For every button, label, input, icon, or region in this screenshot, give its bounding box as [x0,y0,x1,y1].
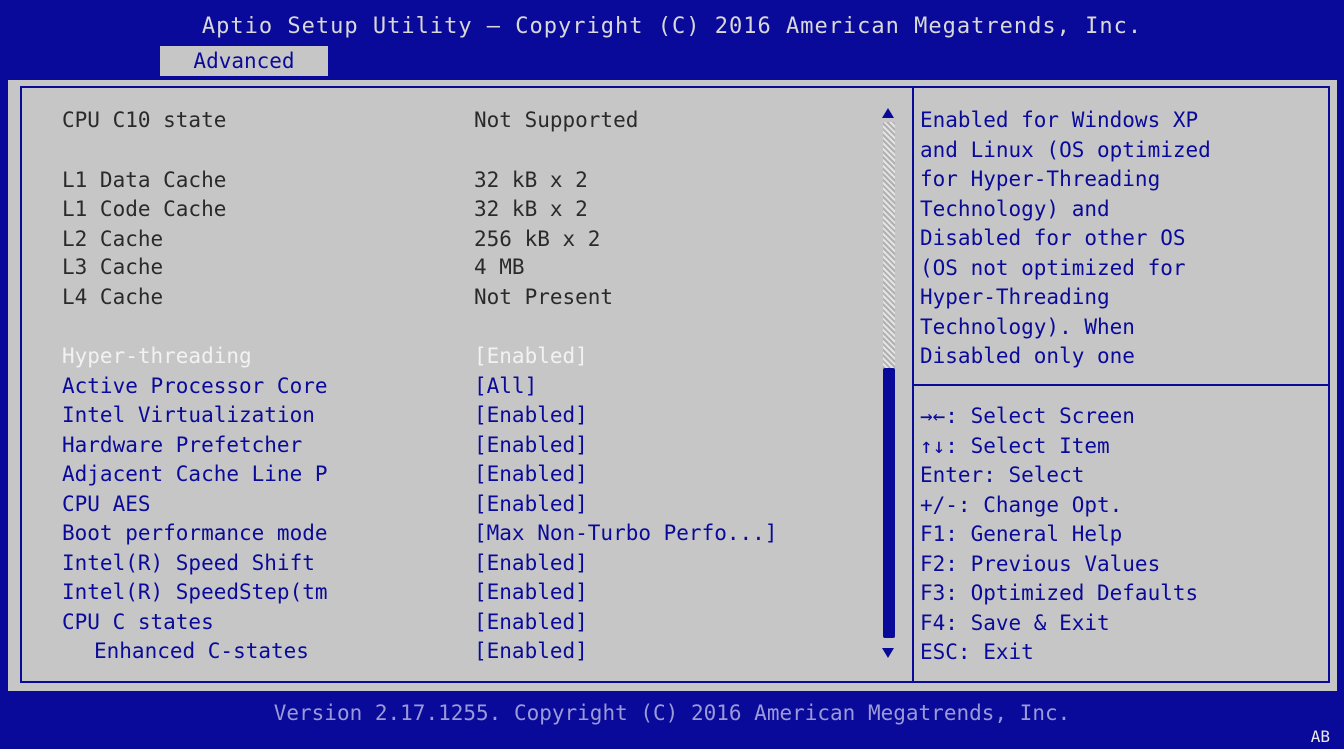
key-enter-select: Enter: Select [920,463,1085,487]
setting-hardware-prefetcher-value[interactable]: [Enabled] [474,431,588,460]
help-panel: Enabled for Windows XP and Linux (OS opt… [920,106,1320,372]
setting-speedstep[interactable]: Intel(R) SpeedStep(tm [62,578,328,607]
main-panel: CPU C10 state Not Supported L1 Data Cach… [8,80,1337,691]
scroll-up-arrow-icon[interactable] [882,108,894,118]
key-select-screen: →←: Select Screen [920,404,1135,428]
info-value-l4: Not Present [474,285,614,309]
key-save-exit: F4: Save & Exit [920,610,1110,635]
help-line: Hyper-Threading [920,285,1110,309]
key-optimized-defaults: F3: Optimized Defaults [920,581,1199,605]
corner-label: AB [1310,727,1330,746]
scroll-down-arrow-icon[interactable] [882,648,894,658]
version-text: Version 2.17.1255. Copyright (C) 2016 Am… [273,701,1071,725]
help-line: (OS not optimized for [920,255,1186,280]
setting-enhanced-c-states[interactable]: Enhanced C-states [94,637,309,666]
setting-hyper-threading-value[interactable]: [Enabled] [474,342,588,371]
setting-active-processor-core-value[interactable]: [All] [474,372,537,401]
setting-speedstep-value[interactable]: [Enabled] [474,578,588,607]
key-previous-values: F2: Previous Values [920,551,1161,576]
setting-cpu-aes[interactable]: CPU AES [62,490,151,519]
setting-hardware-prefetcher[interactable]: Hardware Prefetcher [62,431,302,460]
setting-speed-shift-value[interactable]: [Enabled] [474,549,588,578]
setting-adjacent-cache-line[interactable]: Adjacent Cache Line P [62,460,328,489]
setting-active-processor-core[interactable]: Active Processor Core [62,372,328,401]
setting-boot-performance-mode-value[interactable]: [Max Non-Turbo Perfo...] [474,519,777,548]
setting-speed-shift[interactable]: Intel(R) Speed Shift [62,549,315,578]
help-line: Enabled for Windows XP [920,108,1199,132]
key-change-opt: +/-: Change Opt. [920,492,1123,517]
scrollbar-track[interactable] [883,122,895,368]
help-line: Disabled only one [920,344,1135,368]
help-line: and Linux (OS optimized [920,137,1211,162]
app-title: Aptio Setup Utility – Copyright (C) 2016… [201,14,1143,39]
help-line: for Hyper-Threading [920,167,1161,191]
setting-boot-performance-mode[interactable]: Boot performance mode [62,519,328,548]
info-label-l2: L2 Cache [62,227,164,251]
info-label-c10: CPU C10 state [62,108,227,132]
key-select-item: ↑↓: Select Item [920,433,1110,458]
key-legend: →←: Select Screen ↑↓: Select Item Enter:… [920,402,1330,668]
footer-bar: Version 2.17.1255. Copyright (C) 2016 Am… [0,691,1344,749]
help-line: Technology) and [920,196,1110,221]
info-value-l3: 4 MB [474,255,525,279]
setting-cpu-c-states-value[interactable]: [Enabled] [474,608,588,637]
header-bar: Aptio Setup Utility – Copyright (C) 2016… [0,0,1344,80]
setting-adjacent-cache-line-value[interactable]: [Enabled] [474,460,588,489]
info-label-l3: L3 Cache [62,255,164,279]
setting-cpu-aes-value[interactable]: [Enabled] [474,490,588,519]
setting-intel-virtualization[interactable]: Intel Virtualization [62,401,315,430]
info-label-l1-code: L1 Code Cache [62,197,227,221]
setting-intel-virtualization-value[interactable]: [Enabled] [474,401,588,430]
info-value-l1-code: 32 kB x 2 [474,197,588,221]
key-esc-exit: ESC: Exit [920,640,1034,664]
info-label-l1-data: L1 Data Cache [62,168,227,192]
info-value-l2: 256 kB x 2 [474,227,601,251]
content-frame: CPU C10 state Not Supported L1 Data Cach… [20,86,1330,683]
help-line: Technology). When [920,314,1135,339]
info-label-l4: L4 Cache [62,285,164,309]
setting-cpu-c-states[interactable]: CPU C states [62,608,214,637]
info-value-c10: Not Supported [474,108,639,132]
help-line: Disabled for other OS [920,226,1186,250]
info-value-l1-data: 32 kB x 2 [474,168,588,192]
setting-enhanced-c-states-value[interactable]: [Enabled] [474,637,588,666]
setting-hyper-threading[interactable]: Hyper-threading [62,342,252,371]
help-separator [914,384,1330,386]
tab-advanced[interactable]: Advanced [160,46,328,76]
key-general-help: F1: General Help [920,522,1123,546]
scrollbar-thumb[interactable] [883,368,895,638]
